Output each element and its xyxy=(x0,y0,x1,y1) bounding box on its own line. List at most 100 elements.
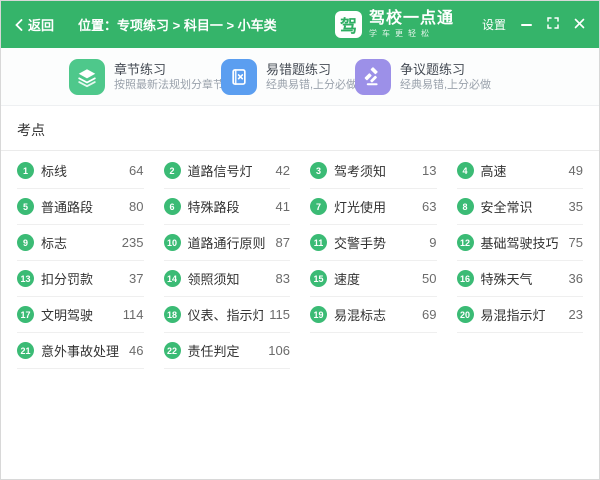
topic-number-badge: 20 xyxy=(457,306,474,323)
topic-question-count: 41 xyxy=(270,199,290,214)
topic-number-badge: 5 xyxy=(17,198,34,215)
topic-label: 灯光使用 xyxy=(334,197,386,216)
logo-icon: 驾 xyxy=(335,11,362,38)
topic-number-badge: 19 xyxy=(310,306,327,323)
back-button[interactable]: 返回 xyxy=(15,15,54,34)
topic-item[interactable]: 9 标志 235 xyxy=(17,225,144,261)
topic-item[interactable]: 19 易混标志 69 xyxy=(310,297,437,333)
topic-number-badge: 10 xyxy=(164,234,181,251)
topic-label: 责任判定 xyxy=(188,341,240,360)
close-icon xyxy=(574,16,585,34)
topic-question-count: 23 xyxy=(563,307,583,322)
topic-item[interactable]: 12 基础驾驶技巧 75 xyxy=(457,225,584,261)
settings-button[interactable]: 设置 xyxy=(482,16,506,33)
topic-question-count: 50 xyxy=(416,271,436,286)
topic-label: 道路信号灯 xyxy=(188,161,253,180)
close-button[interactable] xyxy=(574,16,585,34)
feature-title: 易错题练习 xyxy=(266,63,357,76)
topic-item[interactable]: 4 高速 49 xyxy=(457,153,584,189)
topic-item[interactable]: 11 交警手势 9 xyxy=(310,225,437,261)
app-slogan: 学车更轻松 xyxy=(369,30,454,38)
topic-number-badge: 3 xyxy=(310,162,327,179)
topic-question-count: 63 xyxy=(416,199,436,214)
feature-controversial-practice[interactable]: 争议题练习 经典易错,上分必做 xyxy=(355,59,599,95)
topic-question-count: 9 xyxy=(423,235,436,250)
topic-question-count: 13 xyxy=(416,163,436,178)
layers-icon xyxy=(69,59,105,95)
topic-label: 易混指示灯 xyxy=(481,305,546,324)
topic-label: 特殊天气 xyxy=(481,269,533,288)
topic-number-badge: 1 xyxy=(17,162,34,179)
topic-item[interactable]: 7 灯光使用 63 xyxy=(310,189,437,225)
gavel-icon xyxy=(355,59,391,95)
topic-number-badge: 15 xyxy=(310,270,327,287)
topic-item[interactable]: 3 驾考须知 13 xyxy=(310,153,437,189)
chevron-left-icon xyxy=(15,19,23,31)
feature-strip: 章节练习 按照最新法规划分章节 易错题练习 经典易错,上分必做 xyxy=(1,48,599,106)
topic-item[interactable]: 16 特殊天气 36 xyxy=(457,261,584,297)
topic-number-badge: 11 xyxy=(310,234,327,251)
topic-item[interactable]: 17 文明驾驶 114 xyxy=(17,297,144,333)
topic-question-count: 46 xyxy=(123,343,143,358)
feature-error-prone-practice[interactable]: 易错题练习 经典易错,上分必做 xyxy=(221,59,355,95)
topic-item[interactable]: 21 意外事故处理 46 xyxy=(17,333,144,369)
topic-item[interactable]: 13 扣分罚款 37 xyxy=(17,261,144,297)
topic-question-count: 49 xyxy=(563,163,583,178)
maximize-icon xyxy=(547,16,559,34)
topic-item[interactable]: 22 责任判定 106 xyxy=(164,333,291,369)
topic-question-count: 235 xyxy=(116,235,144,250)
app-window: 返回 位置：专项练习 > 科目一 > 小车类 驾 驾校一点通 学车更轻松 设置 xyxy=(0,0,600,480)
breadcrumb: 位置：专项练习 > 科目一 > 小车类 xyxy=(78,15,277,34)
feature-subtitle: 按照最新法规划分章节 xyxy=(114,80,224,91)
topic-number-badge: 18 xyxy=(164,306,181,323)
topic-question-count: 64 xyxy=(123,163,143,178)
topic-label: 扣分罚款 xyxy=(41,269,93,288)
topic-item[interactable]: 6 特殊路段 41 xyxy=(164,189,291,225)
topic-item[interactable]: 10 道路通行原则 87 xyxy=(164,225,291,261)
topic-item[interactable]: 20 易混指示灯 23 xyxy=(457,297,584,333)
maximize-button[interactable] xyxy=(547,16,559,34)
back-label: 返回 xyxy=(28,15,54,34)
topic-label: 易混标志 xyxy=(334,305,386,324)
section-title-exam-points: 考点 xyxy=(1,106,599,151)
topic-number-badge: 4 xyxy=(457,162,474,179)
window-controls: 设置 xyxy=(482,16,585,34)
topic-question-count: 106 xyxy=(262,343,290,358)
topic-number-badge: 2 xyxy=(164,162,181,179)
titlebar: 返回 位置：专项练习 > 科目一 > 小车类 驾 驾校一点通 学车更轻松 设置 xyxy=(1,1,599,48)
topic-item[interactable]: 1 标线 64 xyxy=(17,153,144,189)
feature-subtitle: 经典易错,上分必做 xyxy=(266,80,357,91)
topic-question-count: 36 xyxy=(563,271,583,286)
topics-grid: 1 标线 64 2 道路信号灯 42 3 驾考须知 13 4 高速 49 5 普… xyxy=(17,153,583,369)
topic-item[interactable]: 5 普通路段 80 xyxy=(17,189,144,225)
topic-item[interactable]: 8 安全常识 35 xyxy=(457,189,584,225)
topic-question-count: 69 xyxy=(416,307,436,322)
topic-question-count: 42 xyxy=(270,163,290,178)
topic-label: 道路通行原则 xyxy=(188,233,266,252)
topic-question-count: 35 xyxy=(563,199,583,214)
topic-label: 仪表、指示灯 xyxy=(188,305,264,324)
topic-item[interactable]: 15 速度 50 xyxy=(310,261,437,297)
topic-label: 标线 xyxy=(41,161,67,180)
topic-question-count: 87 xyxy=(270,235,290,250)
topic-number-badge: 17 xyxy=(17,306,34,323)
topic-question-count: 37 xyxy=(123,271,143,286)
topic-label: 安全常识 xyxy=(481,197,533,216)
topic-number-badge: 8 xyxy=(457,198,474,215)
topic-label: 文明驾驶 xyxy=(41,305,93,324)
topic-item[interactable]: 2 道路信号灯 42 xyxy=(164,153,291,189)
topic-question-count: 83 xyxy=(270,271,290,286)
topic-item[interactable]: 18 仪表、指示灯 115 xyxy=(164,297,291,333)
topic-label: 基础驾驶技巧 xyxy=(481,233,559,252)
app-name: 驾校一点通 xyxy=(369,11,454,27)
topic-label: 特殊路段 xyxy=(188,197,240,216)
topic-label: 交警手势 xyxy=(334,233,386,252)
minimize-button[interactable] xyxy=(521,24,532,26)
topic-item[interactable]: 14 领照须知 83 xyxy=(164,261,291,297)
app-logo: 驾 驾校一点通 学车更轻松 xyxy=(335,11,454,38)
feature-chapter-practice[interactable]: 章节练习 按照最新法规划分章节 xyxy=(69,59,221,95)
topic-number-badge: 14 xyxy=(164,270,181,287)
topic-label: 普通路段 xyxy=(41,197,93,216)
topic-label: 领照须知 xyxy=(188,269,240,288)
book-x-icon xyxy=(221,59,257,95)
